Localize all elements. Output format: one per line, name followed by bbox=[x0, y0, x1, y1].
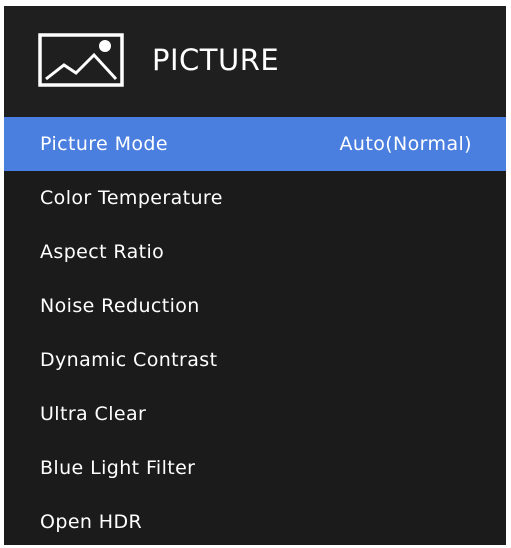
menu-item-label: Ultra Clear bbox=[40, 403, 147, 425]
menu-item-picture-mode[interactable]: Picture Mode Auto(Normal) bbox=[4, 117, 506, 171]
menu-item-ultra-clear[interactable]: Ultra Clear bbox=[4, 387, 506, 441]
picture-menu-panel: PICTURE Picture Mode Auto(Normal) Color … bbox=[4, 6, 506, 545]
picture-icon bbox=[38, 33, 124, 87]
menu-item-noise-reduction[interactable]: Noise Reduction bbox=[4, 279, 506, 333]
menu-item-value: Auto(Normal) bbox=[339, 133, 472, 155]
menu-item-dynamic-contrast[interactable]: Dynamic Contrast bbox=[4, 333, 506, 387]
menu-item-label: Color Temperature bbox=[40, 187, 223, 209]
menu-item-label: Picture Mode bbox=[40, 133, 168, 155]
menu-item-label: Blue Light Filter bbox=[40, 457, 196, 479]
menu-item-label: Noise Reduction bbox=[40, 295, 200, 317]
menu-item-label: Open HDR bbox=[40, 511, 143, 533]
menu-item-blue-light-filter[interactable]: Blue Light Filter bbox=[4, 441, 506, 495]
menu-item-color-temperature[interactable]: Color Temperature bbox=[4, 171, 506, 225]
page-title: PICTURE bbox=[152, 43, 280, 77]
settings-menu: Picture Mode Auto(Normal) Color Temperat… bbox=[4, 117, 506, 545]
menu-item-label: Dynamic Contrast bbox=[40, 349, 218, 371]
menu-item-label: Aspect Ratio bbox=[40, 241, 165, 263]
menu-header: PICTURE bbox=[4, 6, 506, 117]
menu-item-open-hdr[interactable]: Open HDR bbox=[4, 495, 506, 545]
menu-item-aspect-ratio[interactable]: Aspect Ratio bbox=[4, 225, 506, 279]
